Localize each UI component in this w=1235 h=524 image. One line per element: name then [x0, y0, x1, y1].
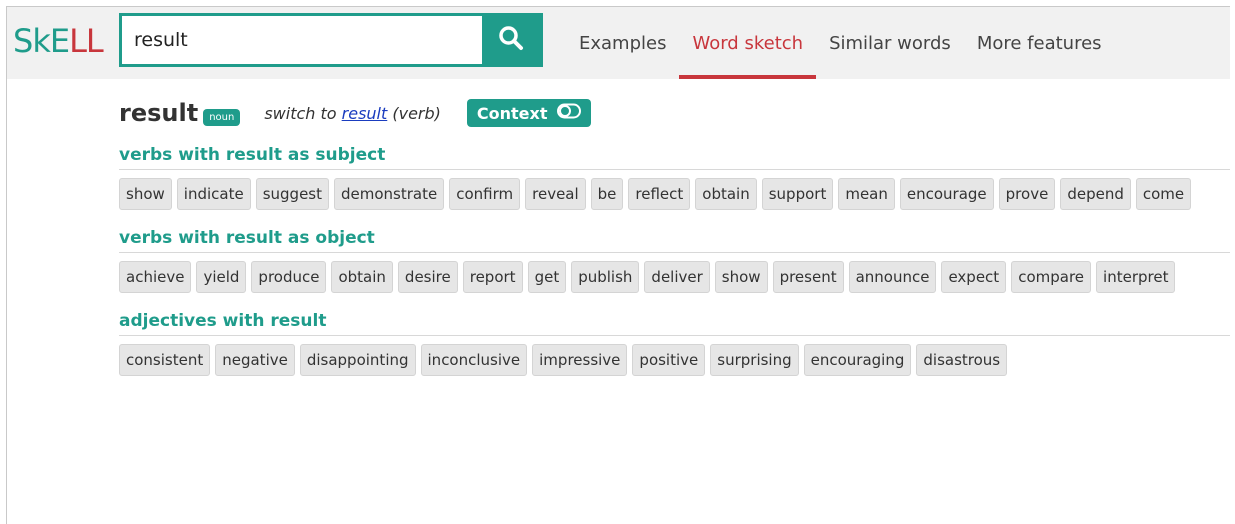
word-chip[interactable]: confirm	[449, 178, 521, 210]
section-title: adjectives with result	[119, 311, 1230, 336]
word-chip[interactable]: disastrous	[916, 344, 1008, 376]
word-chip[interactable]: announce	[848, 261, 937, 293]
word-chip[interactable]: reveal	[525, 178, 586, 210]
skell-logo[interactable]: SkELL	[13, 21, 104, 61]
word-chip[interactable]: positive	[632, 344, 706, 376]
word-chip[interactable]: obtain	[331, 261, 393, 293]
word-chip[interactable]: come	[1135, 178, 1192, 210]
search-button[interactable]	[482, 16, 540, 64]
word-chip[interactable]: interpret	[1096, 261, 1176, 293]
word-chip[interactable]: present	[772, 261, 844, 293]
word-chip[interactable]: disappointing	[299, 344, 416, 376]
word-chip[interactable]: compare	[1011, 261, 1092, 293]
word-chip[interactable]: be	[590, 178, 624, 210]
nav-similar-words[interactable]: Similar words	[816, 7, 964, 79]
section-adjectives: adjectives with result consistent negativ…	[119, 311, 1230, 382]
word-chip[interactable]: demonstrate	[334, 178, 445, 210]
word-chip[interactable]: support	[761, 178, 834, 210]
main-nav: Examples Word sketch Similar words More …	[566, 7, 1115, 79]
word-chip[interactable]: show	[714, 261, 768, 293]
search-box	[119, 13, 543, 67]
word-chip[interactable]: report	[462, 261, 523, 293]
switch-pos-text: switch to result (verb)	[264, 104, 441, 123]
section-subject: verbs with result as subject show indicat…	[119, 145, 1230, 216]
word-chip-list: consistent negative disappointing inconclus…	[119, 344, 1230, 382]
app-frame: SkELL Examples Word sketch Similar words…	[6, 6, 1230, 524]
word-chip[interactable]: suggest	[255, 178, 329, 210]
switch-pos-link[interactable]: result	[342, 104, 388, 123]
word-chip[interactable]: negative	[215, 344, 295, 376]
logo-part-2: LL	[69, 22, 104, 60]
word-chip[interactable]: encouraging	[803, 344, 912, 376]
section-object: verbs with result as object achieve yield…	[119, 228, 1230, 299]
context-label: Context	[476, 103, 548, 123]
word-chip[interactable]: reflect	[628, 178, 691, 210]
word-chip[interactable]: deliver	[644, 261, 710, 293]
word-chip[interactable]: expect	[941, 261, 1007, 293]
word-chip[interactable]: prove	[998, 178, 1056, 210]
switch-suffix: (verb)	[387, 103, 441, 123]
logo-part-1: SkE	[13, 22, 70, 60]
word-chip[interactable]: publish	[571, 261, 640, 293]
word-chip-list: show indicate suggest demonstrate confirm rev…	[119, 178, 1230, 216]
search-icon	[498, 25, 524, 55]
word-chip[interactable]: indicate	[176, 178, 251, 210]
word-chip[interactable]: encourage	[899, 178, 994, 210]
word-chip[interactable]: yield	[196, 261, 247, 293]
section-title: verbs with result as object	[119, 228, 1230, 253]
word-chip[interactable]: desire	[397, 261, 458, 293]
word-chip[interactable]: achieve	[119, 261, 192, 293]
pos-badge: noun	[203, 108, 241, 126]
section-title: verbs with result as subject	[119, 145, 1230, 170]
nav-word-sketch[interactable]: Word sketch	[679, 7, 817, 79]
header-bar: SkELL Examples Word sketch Similar words…	[7, 7, 1230, 79]
word-chip[interactable]: produce	[251, 261, 327, 293]
toggle-icon	[557, 103, 582, 123]
word-chip[interactable]: obtain	[695, 178, 757, 210]
word-chip-list: achieve yield produce obtain desire report get…	[119, 261, 1230, 299]
word-chip[interactable]: inconclusive	[420, 344, 528, 376]
headword: result	[119, 99, 199, 127]
context-toggle-button[interactable]: Context	[466, 99, 592, 127]
nav-more-features[interactable]: More features	[964, 7, 1115, 79]
headword-row: result noun switch to result (verb) Cont…	[119, 93, 1230, 133]
word-chip[interactable]: show	[119, 178, 172, 210]
word-chip[interactable]: get	[527, 261, 567, 293]
nav-examples[interactable]: Examples	[566, 7, 679, 79]
word-chip[interactable]: surprising	[710, 344, 799, 376]
word-chip[interactable]: consistent	[119, 344, 211, 376]
switch-prefix: switch to	[264, 103, 342, 123]
main-content: result noun switch to result (verb) Cont…	[119, 93, 1230, 382]
search-input[interactable]	[122, 16, 482, 64]
word-chip[interactable]: mean	[838, 178, 895, 210]
word-chip[interactable]: impressive	[532, 344, 628, 376]
word-chip[interactable]: depend	[1060, 178, 1131, 210]
